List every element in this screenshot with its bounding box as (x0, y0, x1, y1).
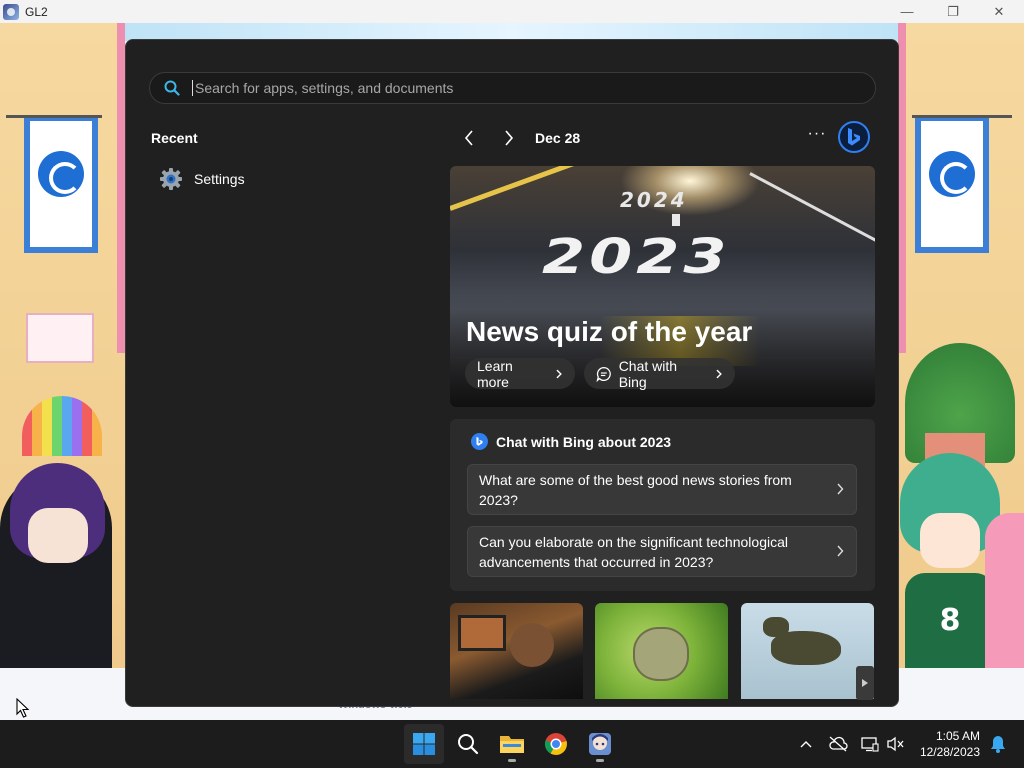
bing-button[interactable] (838, 121, 870, 153)
hero-title: News quiz of the year (466, 316, 753, 347)
question-text: What are some of the best good news stor… (479, 472, 792, 508)
volume-muted-icon (887, 736, 904, 752)
close-button[interactable]: ✕ (976, 0, 1022, 23)
chat-with-bing-label: Chat with Bing (618, 357, 678, 390)
chat-with-bing-card: Chat with Bing about 2023 What are some … (450, 419, 875, 591)
suggested-question[interactable]: Can you elaborate on the significant tec… (467, 526, 857, 577)
frog-image[interactable] (595, 603, 728, 699)
caret-right-icon (862, 679, 868, 687)
hero-year-small: 2024 (620, 188, 688, 212)
hero-year-big: 2023 (542, 228, 731, 285)
running-indicator (596, 759, 604, 762)
network-button[interactable] (858, 732, 882, 756)
show-hidden-icons-button[interactable] (794, 732, 818, 756)
learn-more-label: Learn more (477, 357, 513, 390)
notifications-button[interactable] (986, 732, 1010, 756)
learn-more-button[interactable]: Learn more (465, 357, 575, 390)
banner-left (24, 118, 98, 253)
chevron-right-icon (556, 369, 563, 378)
bell-icon (991, 736, 1005, 753)
chevron-left-icon (464, 130, 473, 146)
search-icon (458, 734, 479, 755)
chat-card-title: Chat with Bing about 2023 (496, 433, 672, 450)
recent-heading: Recent (151, 130, 198, 146)
dinosaur-image[interactable] (741, 603, 874, 699)
clock-time: 1:05 AM (935, 729, 980, 743)
start-menu: Recent Settings Dec 28 ··· (125, 39, 899, 707)
chevron-right-icon (716, 369, 723, 378)
chat-bubble-icon (596, 366, 611, 382)
pink-post (117, 23, 125, 353)
more-options-button[interactable]: ··· (806, 126, 828, 146)
search-box[interactable] (149, 72, 876, 104)
volume-button[interactable] (884, 732, 908, 756)
suggested-question[interactable]: What are some of the best good news stor… (467, 464, 857, 515)
gl2-taskbar-button[interactable] (580, 724, 620, 764)
chat-card-header: Chat with Bing about 2023 (471, 433, 671, 450)
clock[interactable]: 1:05 AM 12/28/2023 (910, 728, 980, 760)
windows-logo-icon (413, 733, 435, 755)
maximize-button[interactable]: ❐ (930, 0, 976, 23)
recent-item-settings[interactable]: Settings (159, 166, 245, 192)
search-icon (164, 80, 180, 96)
chevron-right-icon (837, 483, 844, 495)
gear-icon (160, 168, 182, 190)
chevron-up-icon (800, 741, 812, 748)
gl2-app-icon (589, 733, 611, 755)
taskbar: 1:05 AM 12/28/2023 (0, 720, 1024, 768)
running-indicator (508, 759, 516, 762)
gamer-image[interactable] (450, 603, 583, 699)
clock-date: 12/28/2023 (919, 745, 980, 759)
window-title: GL2 (25, 4, 48, 19)
browser-logo-icon (929, 151, 975, 197)
file-explorer-button[interactable] (492, 724, 532, 764)
taskbar-search-button[interactable] (448, 724, 488, 764)
road-dash (672, 214, 680, 226)
pink-post (898, 23, 906, 353)
banner-right (915, 118, 989, 253)
title-bar: GL2 — ❐ ✕ (0, 0, 1024, 23)
gl2-app-icon (3, 3, 19, 20)
next-day-button[interactable] (499, 127, 519, 149)
folder-icon (500, 736, 524, 753)
question-text: Can you elaborate on the significant tec… (479, 534, 788, 570)
text-caret (192, 80, 193, 96)
previous-day-button[interactable] (459, 127, 479, 149)
feed-date: Dec 28 (535, 130, 581, 146)
wall-poster (26, 313, 94, 363)
road-line (450, 166, 639, 211)
cloud-offline-icon (829, 736, 848, 752)
pink-haired-character (985, 513, 1024, 693)
hero-card[interactable]: 2024 2023 News quiz of the year Learn mo… (450, 166, 875, 407)
hero-shade (450, 296, 875, 407)
chevron-right-icon (505, 130, 514, 146)
search-input[interactable] (195, 80, 795, 96)
onedrive-button[interactable] (826, 732, 850, 756)
chat-with-bing-button[interactable]: Chat with Bing (584, 357, 735, 390)
hooded-character (0, 463, 112, 693)
jersey-number-icon: 8 (939, 603, 961, 638)
scroll-right-button[interactable] (856, 666, 874, 700)
start-button[interactable] (404, 724, 444, 764)
road-line (749, 172, 875, 246)
bing-icon (848, 128, 860, 146)
bing-icon (471, 433, 488, 450)
chrome-button[interactable] (536, 724, 576, 764)
minimize-button[interactable]: — (884, 0, 930, 23)
browser-logo-icon (38, 151, 84, 197)
mouse-pointer-icon (16, 698, 30, 718)
recent-item-label: Settings (194, 171, 245, 187)
chevron-right-icon (837, 545, 844, 557)
chrome-icon (544, 733, 567, 755)
network-icon (861, 737, 879, 752)
